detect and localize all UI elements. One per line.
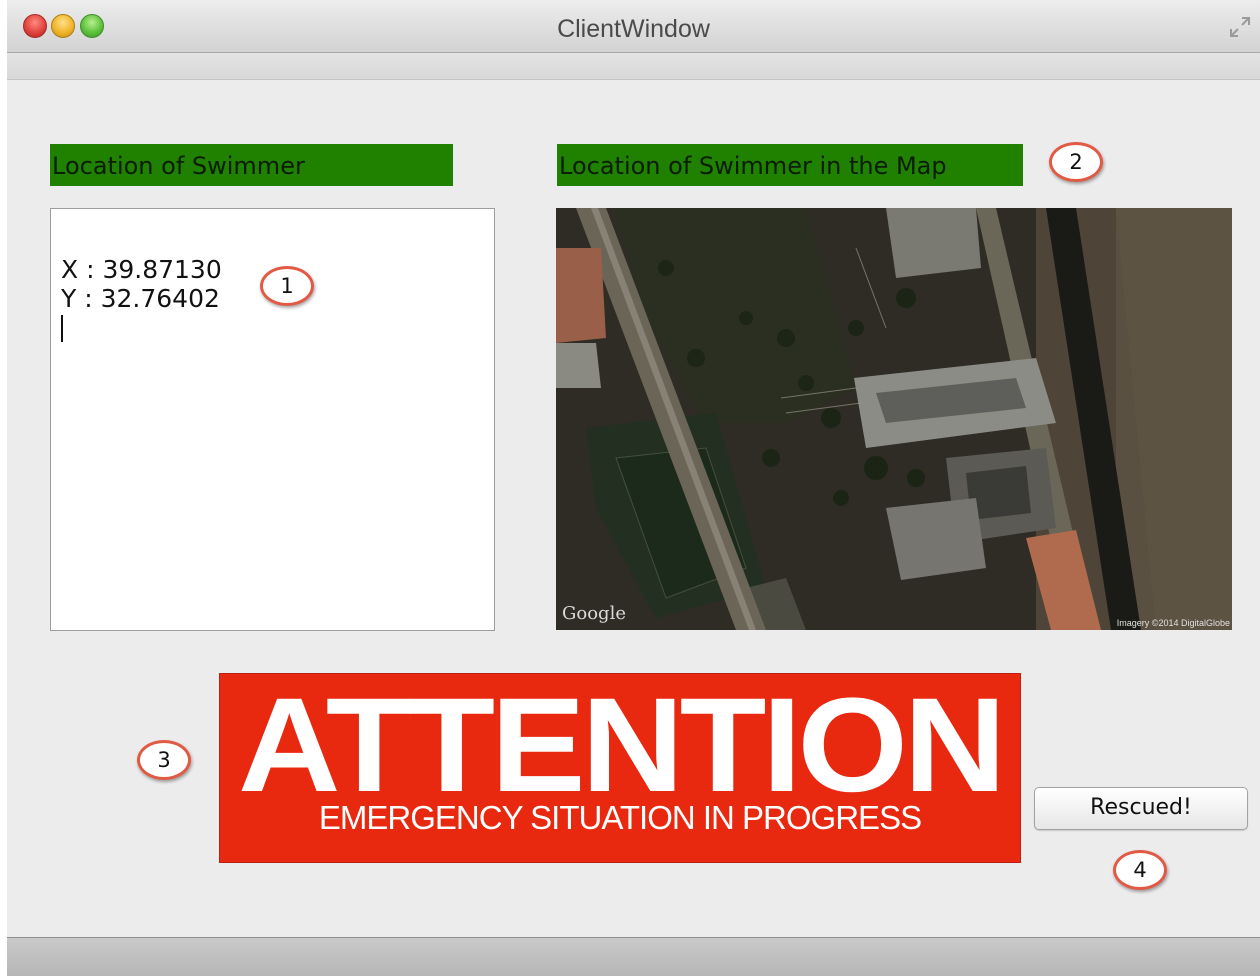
rescued-button[interactable]: Rescued! <box>1034 787 1248 830</box>
map-label: Location of Swimmer in the Map <box>557 144 1023 186</box>
callout-4: 4 <box>1113 850 1167 890</box>
title-bar[interactable]: ClientWindow <box>7 0 1260 53</box>
attention-banner: ATTENTION EMERGENCY SITUATION IN PROGRES… <box>219 673 1021 863</box>
satellite-map[interactable]: Google Imagery ©2014 DigitalGlobe <box>556 208 1232 630</box>
toolbar-strip <box>7 53 1260 80</box>
callout-2: 2 <box>1049 142 1103 182</box>
callout-1: 1 <box>260 266 314 306</box>
imagery-credit: Imagery ©2014 DigitalGlobe <box>1116 618 1230 628</box>
alert-subline: EMERGENCY SITUATION IN PROGRESS <box>318 799 922 836</box>
satellite-imagery <box>556 208 1232 630</box>
callout-3: 3 <box>137 740 191 780</box>
bottom-bar <box>7 937 1260 976</box>
google-logo: Google <box>562 603 626 624</box>
window-title: ClientWindow <box>557 15 710 43</box>
location-label: Location of Swimmer <box>50 144 453 186</box>
alert-headline: ATTENTION <box>237 671 1006 820</box>
client-window: ClientWindow Location of Swimmer Locatio… <box>7 0 1260 976</box>
fullscreen-icon[interactable] <box>1228 15 1252 39</box>
text-caret <box>61 315 63 342</box>
